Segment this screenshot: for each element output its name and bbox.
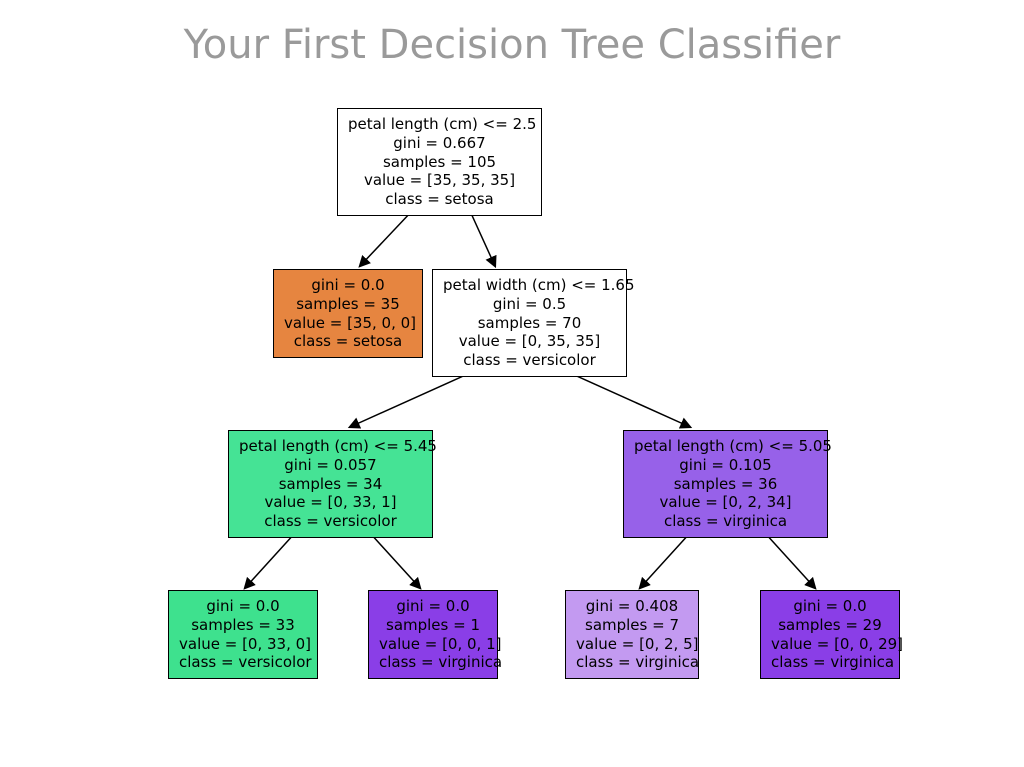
node-value: value = [0, 2, 5] [576,635,688,654]
node-class: class = versicolor [239,512,422,531]
node-samples: samples = 36 [634,475,817,494]
node-class: class = setosa [348,190,531,209]
node-gini: gini = 0.0 [179,597,307,616]
node-gini: gini = 0.408 [576,597,688,616]
node-value: value = [0, 35, 35] [443,332,616,351]
node-class: class = virginica [634,512,817,531]
node-class: class = virginica [771,653,889,672]
tree-node-leaf-versicolor: gini = 0.0 samples = 33 value = [0, 33, … [168,590,318,679]
node-value: value = [35, 35, 35] [348,171,531,190]
tree-node-virginica-split: petal length (cm) <= 5.05 gini = 0.105 s… [623,430,828,538]
node-condition: petal length (cm) <= 5.05 [634,437,817,456]
diagram-title: Your First Decision Tree Classifier [0,22,1024,68]
node-value: value = [0, 0, 29] [771,635,889,654]
node-gini: gini = 0.0 [284,276,412,295]
node-samples: samples = 33 [179,616,307,635]
node-gini: gini = 0.105 [634,456,817,475]
node-value: value = [0, 33, 0] [179,635,307,654]
node-value: value = [35, 0, 0] [284,314,412,333]
node-samples: samples = 29 [771,616,889,635]
node-condition: petal length (cm) <= 2.5 [348,115,531,134]
node-samples: samples = 35 [284,295,412,314]
node-samples: samples = 1 [379,616,487,635]
node-gini: gini = 0.667 [348,134,531,153]
node-value: value = [0, 2, 34] [634,493,817,512]
tree-node-setosa-leaf: gini = 0.0 samples = 35 value = [35, 0, … [273,269,423,358]
tree-node-leaf-virginica-2: gini = 0.408 samples = 7 value = [0, 2, … [565,590,699,679]
node-samples: samples = 7 [576,616,688,635]
node-class: class = setosa [284,332,412,351]
tree-node-leaf-virginica-1: gini = 0.0 samples = 1 value = [0, 0, 1]… [368,590,498,679]
node-gini: gini = 0.0 [771,597,889,616]
tree-node-root: petal length (cm) <= 2.5 gini = 0.667 sa… [337,108,542,216]
node-gini: gini = 0.5 [443,295,616,314]
node-samples: samples = 105 [348,153,531,172]
tree-node-versicolor-split: petal length (cm) <= 5.45 gini = 0.057 s… [228,430,433,538]
node-value: value = [0, 0, 1] [379,635,487,654]
node-class: class = versicolor [179,653,307,672]
tree-node-leaf-virginica-3: gini = 0.0 samples = 29 value = [0, 0, 2… [760,590,900,679]
tree-node-petal-width: petal width (cm) <= 1.65 gini = 0.5 samp… [432,269,627,377]
node-gini: gini = 0.0 [379,597,487,616]
node-gini: gini = 0.057 [239,456,422,475]
node-condition: petal length (cm) <= 5.45 [239,437,422,456]
node-class: class = virginica [576,653,688,672]
node-samples: samples = 34 [239,475,422,494]
node-value: value = [0, 33, 1] [239,493,422,512]
node-class: class = virginica [379,653,487,672]
node-condition: petal width (cm) <= 1.65 [443,276,616,295]
node-class: class = versicolor [443,351,616,370]
node-samples: samples = 70 [443,314,616,333]
